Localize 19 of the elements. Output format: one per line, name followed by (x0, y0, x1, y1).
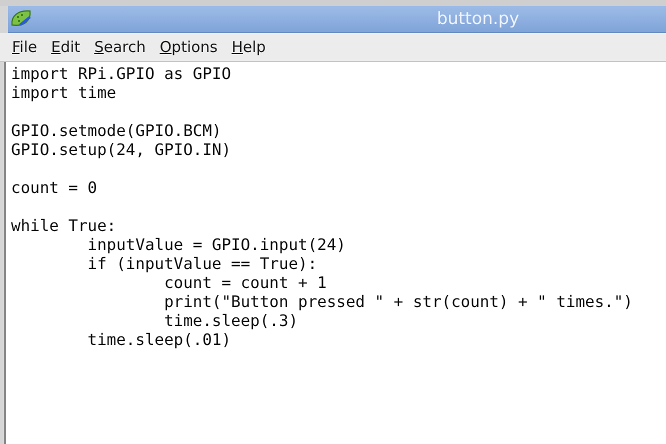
window-title: button.py (436, 9, 520, 29)
menu-item[interactable]: Edit (51, 38, 80, 56)
code-line: while True: (11, 216, 116, 235)
menu-item[interactable]: Options (160, 38, 218, 56)
menu-item[interactable]: File (12, 38, 38, 56)
code-editor[interactable] (4, 62, 666, 444)
menu-item[interactable]: Search (94, 38, 146, 56)
code-line: time.sleep(.01) (86, 330, 232, 349)
code-line: count = count + 1 (163, 273, 327, 292)
code-line: if (inputValue == True): (86, 254, 318, 273)
code-line: GPIO.setup(24, GPIO.IN) (11, 140, 232, 159)
code-line: import time (11, 83, 116, 102)
code-line: inputValue = GPIO.input(24) (86, 235, 346, 254)
code-line: GPIO.setmode(GPIO.BCM) (11, 121, 222, 140)
code-line: import RPi.GPIO as GPIO (11, 64, 232, 83)
code-line: time.sleep(.3) (163, 311, 298, 330)
code-line: count = 0 (11, 178, 98, 197)
code-line: print("Button pressed " + str(count) + " times.") (163, 292, 633, 311)
menu-item[interactable]: Help (232, 38, 266, 56)
